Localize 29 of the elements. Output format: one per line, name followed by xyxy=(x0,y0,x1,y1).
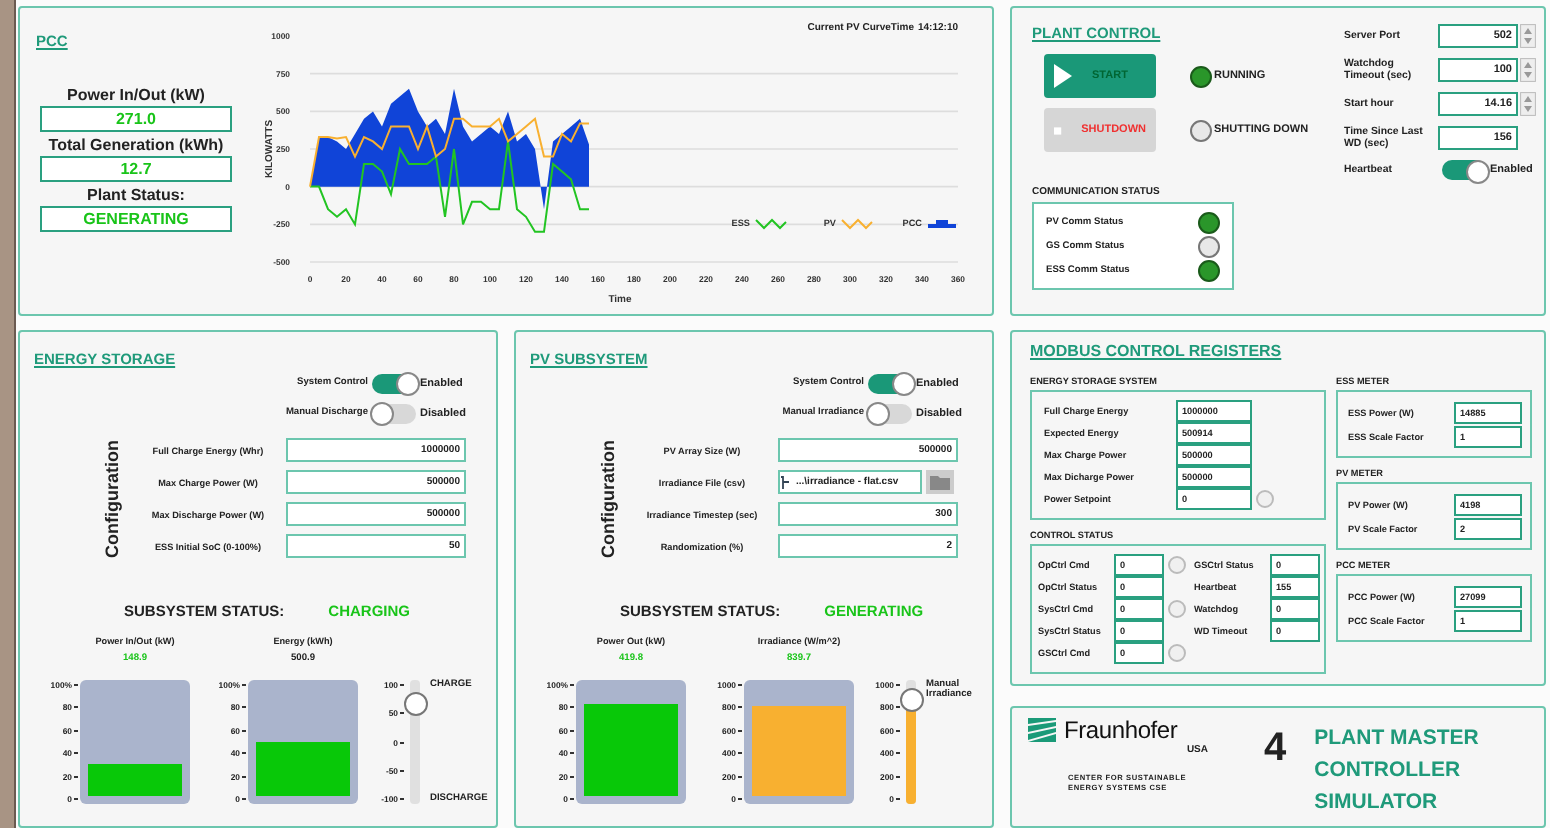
slider-thumb[interactable] xyxy=(900,687,924,712)
legend-swatch-icon xyxy=(755,218,787,230)
toggle-switch[interactable] xyxy=(868,373,912,393)
toggle-switch[interactable] xyxy=(1442,160,1486,180)
app-title: PLANT MASTER CONTROLLER SIMULATOR xyxy=(1314,724,1481,818)
field-label: Power In/Out (kW) xyxy=(67,86,205,104)
folder-icon[interactable] xyxy=(926,470,954,494)
play-icon xyxy=(1054,64,1072,88)
spin-buttons[interactable] xyxy=(1520,24,1536,48)
toggle-switch[interactable] xyxy=(372,403,416,423)
spin-buttons[interactable] xyxy=(1520,92,1536,116)
spin-buttons[interactable] xyxy=(1520,58,1536,82)
path-icon xyxy=(780,475,790,489)
logo-mark-icon xyxy=(1028,718,1056,742)
panel-title: MODBUS CONTROL REGISTERS xyxy=(1030,342,1284,360)
field-label: Plant Status: xyxy=(87,186,185,204)
section-title: Configuration xyxy=(598,439,618,557)
slider-thumb[interactable] xyxy=(404,692,428,717)
legend-swatch-icon xyxy=(928,220,956,228)
toggle-switch[interactable] xyxy=(868,403,912,423)
logo-text: Fraunhofer xyxy=(1064,716,1178,744)
toggle-switch[interactable] xyxy=(372,373,416,393)
field-label: Total Generation (kWh) xyxy=(48,136,224,154)
legend-swatch-icon xyxy=(841,218,873,230)
status-field: GENERATING xyxy=(40,206,232,232)
readout-field: 12.7 xyxy=(40,156,232,182)
version-number: 4 xyxy=(1264,726,1287,772)
section-title: Configuration xyxy=(102,439,122,557)
readout-field: 271.0 xyxy=(40,106,232,132)
